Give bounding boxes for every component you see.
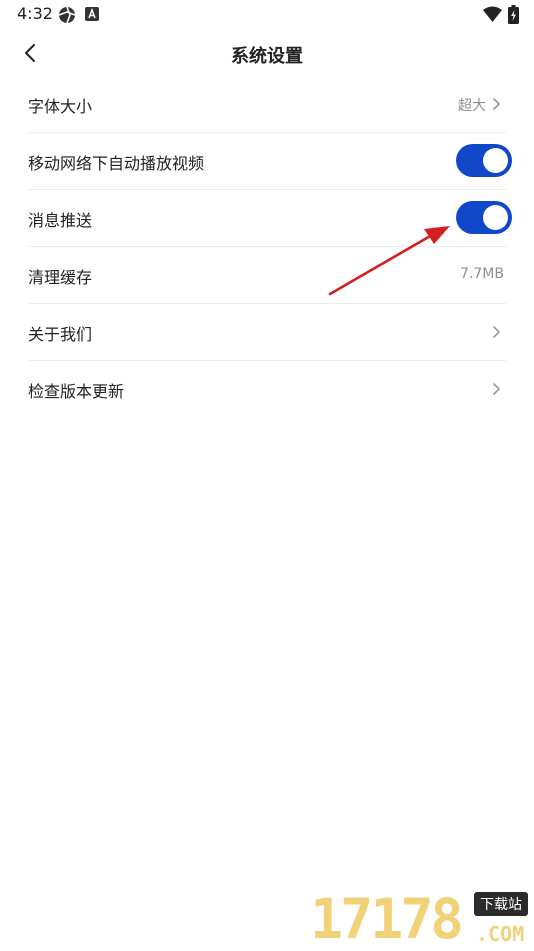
watermark-suffix: .COM bbox=[476, 922, 525, 946]
status-time: 4:32 bbox=[17, 4, 53, 23]
settings-list: 字体大小 超大 移动网络下自动播放视频 消息推送 清理缓存 7.7MB 关于我们… bbox=[28, 76, 512, 417]
toggle-knob bbox=[483, 205, 508, 230]
a-app-icon bbox=[85, 7, 99, 21]
setting-label: 字体大小 bbox=[28, 97, 93, 116]
chevron-right-icon bbox=[493, 326, 500, 338]
setting-font-size[interactable]: 字体大小 超大 bbox=[28, 76, 506, 133]
setting-about-us[interactable]: 关于我们 bbox=[28, 304, 506, 361]
setting-value: 超大 bbox=[458, 98, 486, 114]
setting-check-update[interactable]: 检查版本更新 bbox=[28, 361, 506, 417]
setting-label: 消息推送 bbox=[28, 211, 93, 230]
chevron-right-icon bbox=[493, 98, 500, 110]
aperture-icon bbox=[58, 6, 76, 24]
setting-clear-cache[interactable]: 清理缓存 7.7MB bbox=[28, 247, 506, 304]
chevron-right-icon bbox=[493, 383, 500, 395]
setting-label: 移动网络下自动播放视频 bbox=[28, 154, 205, 173]
header: 系统设置 bbox=[0, 30, 534, 78]
autoplay-video-toggle[interactable] bbox=[456, 144, 512, 177]
push-notifications-toggle[interactable] bbox=[456, 201, 512, 234]
setting-label: 清理缓存 bbox=[28, 268, 93, 287]
cache-size-value: 7.7MB bbox=[460, 266, 504, 282]
wifi-icon bbox=[483, 6, 502, 22]
battery-charging-icon bbox=[508, 5, 519, 24]
setting-push-notifications: 消息推送 bbox=[28, 190, 512, 247]
toggle-knob bbox=[483, 148, 508, 173]
watermark-digits: 17178 bbox=[310, 887, 464, 951]
setting-label: 检查版本更新 bbox=[28, 382, 125, 401]
status-bar: 4:32 bbox=[0, 0, 534, 30]
setting-label: 关于我们 bbox=[28, 325, 93, 344]
watermark-tag: 下载站 bbox=[474, 892, 528, 916]
watermark-logo: 17178 下载站 .COM bbox=[310, 888, 532, 950]
page-title: 系统设置 bbox=[231, 46, 303, 67]
setting-autoplay-video: 移动网络下自动播放视频 bbox=[28, 133, 512, 190]
